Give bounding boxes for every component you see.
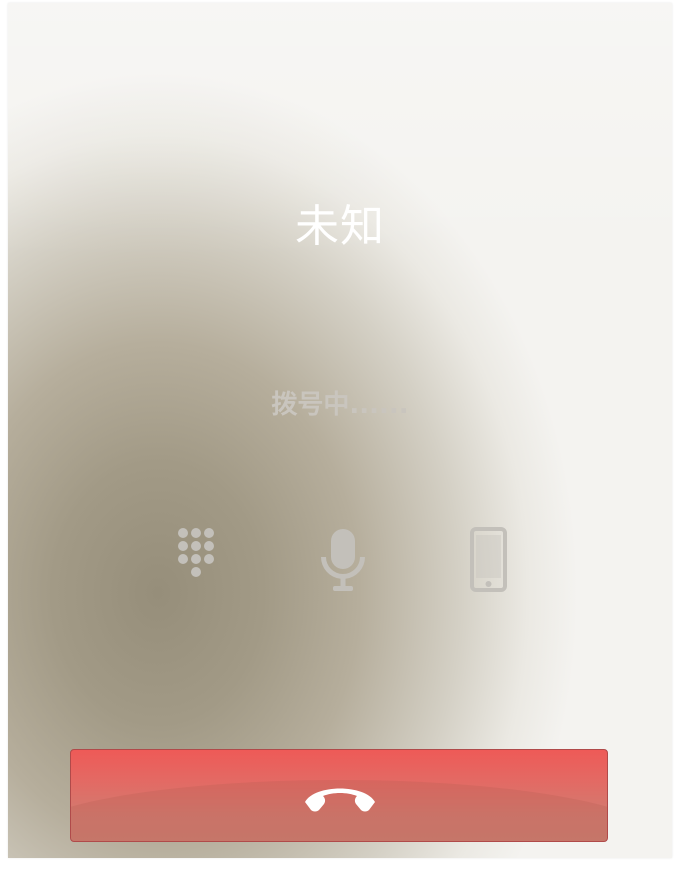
call-screen: 未知 拨号中...... (8, 3, 672, 858)
speaker-button[interactable] (448, 523, 524, 599)
hang-up-icon (305, 788, 375, 812)
call-status: 拨号中...... (271, 390, 409, 420)
mute-button[interactable] (305, 523, 381, 599)
keypad-button[interactable] (158, 523, 234, 599)
caller-name: 未知 (295, 201, 385, 252)
phone-device-icon (470, 527, 507, 592)
end-call-button[interactable] (70, 749, 608, 842)
call-controls (8, 523, 672, 599)
dialpad-icon (178, 528, 214, 577)
microphone-icon (321, 529, 365, 591)
